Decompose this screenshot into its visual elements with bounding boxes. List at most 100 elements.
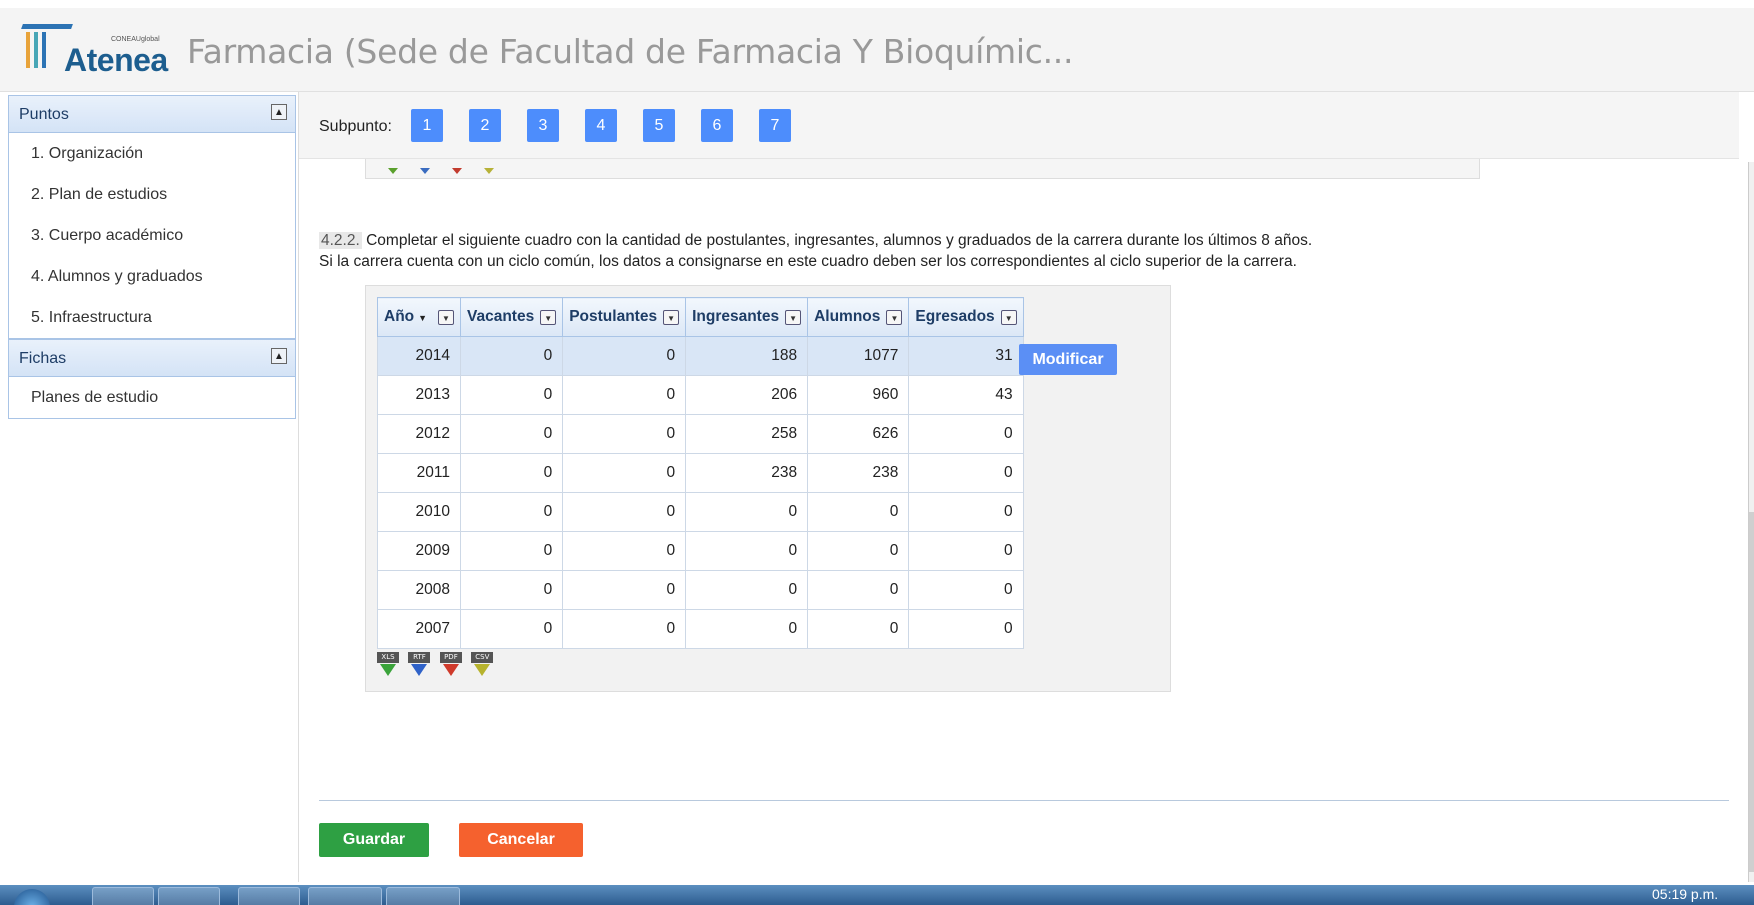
- cell-vacantes[interactable]: 0: [459, 336, 564, 376]
- cell-ingresantes[interactable]: 0: [685, 492, 809, 532]
- export-xls-icon[interactable]: XLS: [377, 652, 399, 678]
- cell-alumnos[interactable]: 0: [807, 531, 910, 571]
- cell-anio[interactable]: 2009: [377, 531, 461, 571]
- cell-anio[interactable]: 2010: [377, 492, 461, 532]
- column-menu-icon[interactable]: ▼: [1000, 309, 1017, 325]
- cell-alumnos[interactable]: 960: [807, 375, 910, 415]
- column-menu-icon[interactable]: ▼: [886, 309, 903, 325]
- subpunto-button-3[interactable]: 3: [527, 109, 559, 142]
- column-header-anio[interactable]: Año ▼ ▼: [377, 297, 461, 337]
- sidebar-item-alumnos-y-graduados[interactable]: 4. Alumnos y graduados: [9, 256, 295, 297]
- subpunto-button-7[interactable]: 7: [759, 109, 791, 142]
- cell-postulantes[interactable]: 0: [562, 492, 687, 532]
- cell-postulantes[interactable]: 0: [562, 414, 687, 454]
- cell-alumnos[interactable]: 238: [807, 453, 910, 493]
- start-button-icon[interactable]: [14, 889, 50, 905]
- scroll-content[interactable]: 4.2.2. Completar el siguiente cuadro con…: [299, 159, 1739, 879]
- vertical-scrollbar[interactable]: [1748, 162, 1754, 882]
- table-row[interactable]: 2009 0 0 0 0 0: [377, 531, 1024, 571]
- subpunto-button-5[interactable]: 5: [643, 109, 675, 142]
- cell-alumnos[interactable]: 1077: [807, 336, 910, 376]
- cell-vacantes[interactable]: 0: [459, 570, 564, 610]
- cell-postulantes[interactable]: 0: [562, 453, 687, 493]
- cell-egresados[interactable]: 43: [908, 375, 1024, 415]
- table-row[interactable]: 2013 0 0 206 960 43: [377, 375, 1024, 415]
- cell-postulantes[interactable]: 0: [562, 336, 687, 376]
- cell-postulantes[interactable]: 0: [562, 609, 687, 649]
- cell-postulantes[interactable]: 0: [562, 375, 687, 415]
- save-button[interactable]: Guardar: [319, 823, 429, 857]
- column-menu-icon[interactable]: ▼: [663, 309, 680, 325]
- cell-postulantes[interactable]: 0: [562, 570, 687, 610]
- modify-button[interactable]: Modificar: [1019, 344, 1117, 375]
- cell-anio[interactable]: 2007: [377, 609, 461, 649]
- sidebar-item-cuerpo-academico[interactable]: 3. Cuerpo académico: [9, 215, 295, 256]
- sidebar-item-plan-de-estudios[interactable]: 2. Plan de estudios: [9, 174, 295, 215]
- panel-header-puntos[interactable]: Puntos ▲: [8, 95, 296, 133]
- cell-alumnos[interactable]: 0: [807, 609, 910, 649]
- panel-header-fichas[interactable]: Fichas ▲: [8, 339, 296, 377]
- export-csv-icon[interactable]: CSV: [471, 652, 494, 678]
- table-row[interactable]: 2007 0 0 0 0 0: [377, 609, 1024, 649]
- cell-ingresantes[interactable]: 206: [685, 375, 809, 415]
- cell-vacantes[interactable]: 0: [459, 609, 564, 649]
- cell-ingresantes[interactable]: 258: [685, 414, 809, 454]
- cell-egresados[interactable]: 0: [908, 531, 1024, 571]
- table-row[interactable]: 2010 0 0 0 0 0: [377, 492, 1024, 532]
- cell-anio[interactable]: 2013: [377, 375, 461, 415]
- cell-alumnos[interactable]: 0: [807, 492, 910, 532]
- cell-vacantes[interactable]: 0: [459, 492, 564, 532]
- atenea-logo[interactable]: CONEAUglobal Atenea: [21, 18, 182, 78]
- column-header-vacantes[interactable]: Vacantes ▼: [459, 297, 564, 337]
- table-row[interactable]: 2012 0 0 258 626 0: [377, 414, 1024, 454]
- column-header-postulantes[interactable]: Postulantes ▼: [562, 297, 687, 337]
- cell-vacantes[interactable]: 0: [459, 531, 564, 571]
- column-menu-icon[interactable]: ▼: [438, 309, 454, 325]
- cell-egresados[interactable]: 0: [908, 609, 1024, 649]
- taskbar-window-icon[interactable]: [386, 887, 460, 905]
- cell-postulantes[interactable]: 0: [562, 531, 687, 571]
- cell-ingresantes[interactable]: 238: [685, 453, 809, 493]
- export-rtf-icon[interactable]: RTF: [408, 652, 431, 678]
- cell-vacantes[interactable]: 0: [459, 375, 564, 415]
- cell-anio[interactable]: 2011: [377, 453, 461, 493]
- column-menu-icon[interactable]: ▼: [785, 309, 802, 325]
- cell-ingresantes[interactable]: 0: [685, 570, 809, 610]
- collapse-icon[interactable]: ▲: [271, 104, 287, 120]
- cell-vacantes[interactable]: 0: [459, 453, 564, 493]
- collapse-icon[interactable]: ▲: [271, 348, 287, 364]
- cell-ingresantes[interactable]: 188: [685, 336, 809, 376]
- cell-alumnos[interactable]: 626: [807, 414, 910, 454]
- subpunto-button-4[interactable]: 4: [585, 109, 617, 142]
- cell-vacantes[interactable]: 0: [459, 414, 564, 454]
- subpunto-button-1[interactable]: 1: [411, 109, 443, 142]
- column-header-egresados[interactable]: Egresados ▼: [908, 297, 1024, 337]
- subpunto-button-2[interactable]: 2: [469, 109, 501, 142]
- cell-anio[interactable]: 2008: [377, 570, 461, 610]
- export-pdf-icon[interactable]: PDF: [439, 652, 462, 678]
- cell-alumnos[interactable]: 0: [807, 570, 910, 610]
- cell-egresados[interactable]: 31: [908, 336, 1024, 376]
- cell-ingresantes[interactable]: 0: [685, 531, 809, 571]
- cell-egresados[interactable]: 0: [908, 570, 1024, 610]
- column-menu-icon[interactable]: ▼: [540, 309, 557, 325]
- cell-anio[interactable]: 2014: [377, 336, 461, 376]
- subpunto-button-6[interactable]: 6: [701, 109, 733, 142]
- column-header-alumnos[interactable]: Alumnos ▼: [807, 297, 910, 337]
- cell-egresados[interactable]: 0: [908, 492, 1024, 532]
- table-row[interactable]: 2014 0 0 188 1077 31: [377, 336, 1024, 376]
- cell-egresados[interactable]: 0: [908, 453, 1024, 493]
- table-row[interactable]: 2011 0 0 238 238 0: [377, 453, 1024, 493]
- table-row[interactable]: 2008 0 0 0 0 0: [377, 570, 1024, 610]
- scrollbar-thumb[interactable]: [1749, 512, 1754, 872]
- taskbar-explorer-icon[interactable]: [158, 887, 220, 905]
- taskbar-ie-icon[interactable]: [92, 887, 154, 905]
- taskbar-app-icon[interactable]: [238, 887, 300, 905]
- cell-ingresantes[interactable]: 0: [685, 609, 809, 649]
- sidebar-item-organizacion[interactable]: 1. Organización: [9, 133, 295, 174]
- column-header-ingresantes[interactable]: Ingresantes ▼: [685, 297, 809, 337]
- cancel-button[interactable]: Cancelar: [459, 823, 583, 857]
- sidebar-item-infraestructura[interactable]: 5. Infraestructura: [9, 297, 295, 338]
- sidebar-item-planes-de-estudio[interactable]: Planes de estudio: [9, 377, 295, 418]
- cell-anio[interactable]: 2012: [377, 414, 461, 454]
